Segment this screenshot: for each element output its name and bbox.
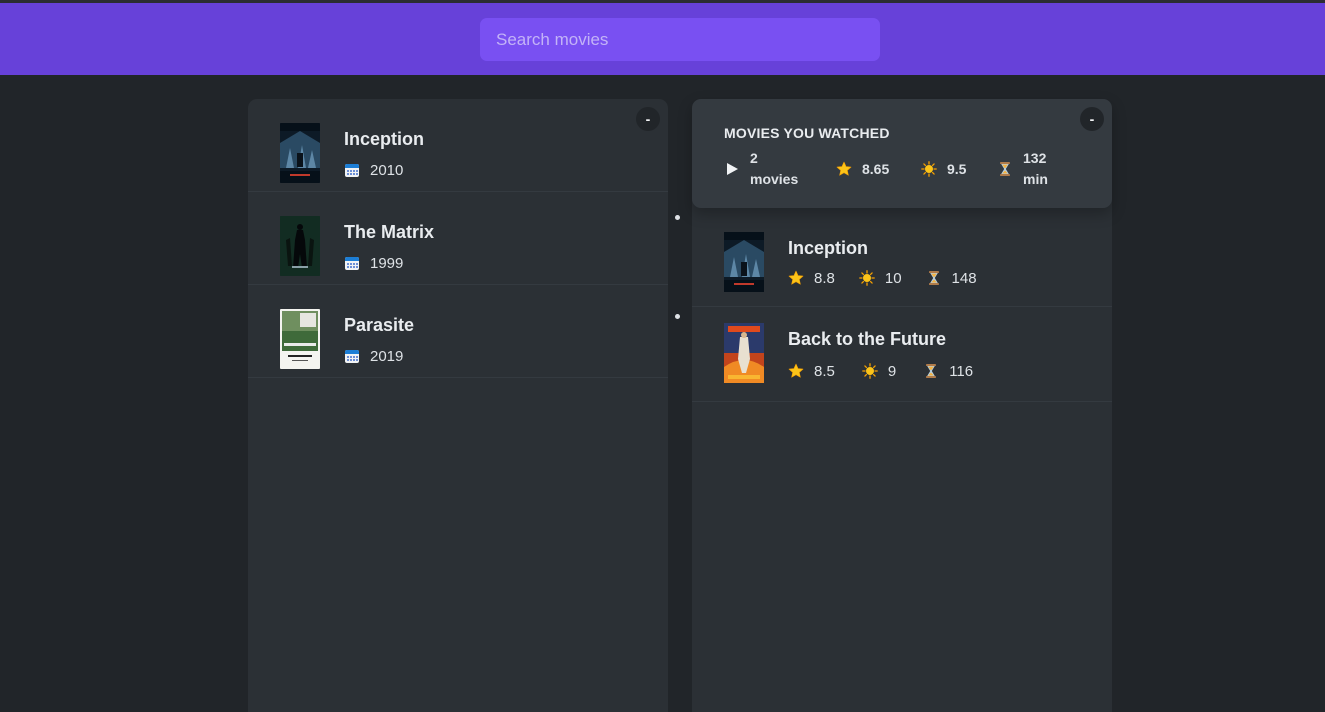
results-list: Inception 2010 The Matrix 1999 Parasite …: [248, 99, 668, 378]
star-icon: [788, 363, 804, 379]
movie-title: Parasite: [344, 315, 415, 335]
calendar-icon: [344, 348, 360, 364]
calendar-icon: [344, 255, 360, 271]
runtime: 148: [926, 270, 977, 287]
movie-title: Inception: [788, 238, 868, 258]
user-rating-value: 10: [884, 269, 902, 287]
summary-imdb-value: 8.65: [862, 160, 890, 177]
movie-poster: [280, 216, 320, 276]
play-icon: [724, 161, 740, 177]
summary-runtime: 132 min: [997, 149, 1048, 189]
movie-poster: [724, 232, 764, 292]
summary-title: MOVIES YOU WATCHED: [724, 125, 890, 141]
search-results-box: - Inception 2010 The Matrix 1999 Parasit…: [248, 99, 668, 712]
imdb-rating: 8.5: [788, 363, 835, 380]
glowing-star-icon: [921, 161, 937, 177]
movie-poster: [280, 123, 320, 183]
summary-runtime-value: 132 min: [1023, 150, 1048, 187]
list-item[interactable]: Inception 8.8 10 148: [692, 208, 1112, 307]
list-item[interactable]: Parasite 2019: [248, 285, 668, 378]
list-item[interactable]: The Matrix 1999: [248, 192, 668, 285]
user-rating-value: 9: [887, 362, 897, 380]
movie-year: 2019: [370, 347, 404, 365]
star-icon: [788, 270, 804, 286]
movie-title: Back to the Future: [788, 329, 947, 349]
collapse-watched-button[interactable]: -: [1080, 107, 1104, 131]
navbar: [0, 3, 1325, 75]
runtime-value: 116: [949, 362, 974, 380]
glowing-star-icon: [862, 363, 878, 379]
hourglass-icon: [923, 363, 939, 379]
movie-year-row: 1999: [344, 253, 403, 273]
watched-summary: MOVIES YOU WATCHED 2 movies 8.65 9.5 132…: [692, 99, 1112, 208]
movie-year: 1999: [370, 254, 404, 272]
movie-poster: [724, 323, 764, 383]
movie-stats: 8.8 10 148: [788, 268, 977, 288]
imdb-rating-value: 8.8: [814, 269, 835, 287]
list-item[interactable]: Back to the Future 8.5 9 116: [692, 307, 1112, 402]
movie-year-row: 2019: [344, 346, 403, 366]
movie-title: Inception: [344, 129, 424, 149]
hourglass-icon: [926, 270, 942, 286]
movie-title: The Matrix: [344, 222, 435, 242]
summary-count-value: 2 movies: [750, 150, 799, 187]
user-rating: 9: [862, 363, 896, 380]
calendar-icon: [344, 162, 360, 178]
summary-user-value: 9.5: [947, 160, 967, 177]
imdb-rating: 8.8: [788, 270, 835, 287]
movie-stats: 8.5 9 116: [788, 361, 973, 381]
watched-box: - MOVIES YOU WATCHED 2 movies 8.65 9.5 1…: [692, 99, 1112, 712]
movie-year-row: 2010: [344, 160, 403, 180]
summary-count: 2 movies: [724, 149, 798, 189]
star-icon: [836, 161, 852, 177]
watched-list: Inception 8.8 10 148: [692, 208, 1112, 402]
collapse-results-button[interactable]: -: [636, 107, 660, 131]
hourglass-icon: [997, 161, 1013, 177]
list-item[interactable]: Inception 2010: [248, 99, 668, 192]
summary-user-rating: 9.5: [921, 149, 966, 189]
user-rating: 10: [859, 270, 902, 287]
movie-year: 2010: [370, 161, 404, 179]
summary-imdb: 8.65: [836, 149, 889, 189]
imdb-rating-value: 8.5: [814, 362, 835, 380]
runtime: 116: [923, 363, 973, 380]
movie-poster: [280, 309, 320, 369]
glowing-star-icon: [859, 270, 875, 286]
search-input[interactable]: [480, 18, 880, 61]
runtime-value: 148: [951, 269, 977, 287]
